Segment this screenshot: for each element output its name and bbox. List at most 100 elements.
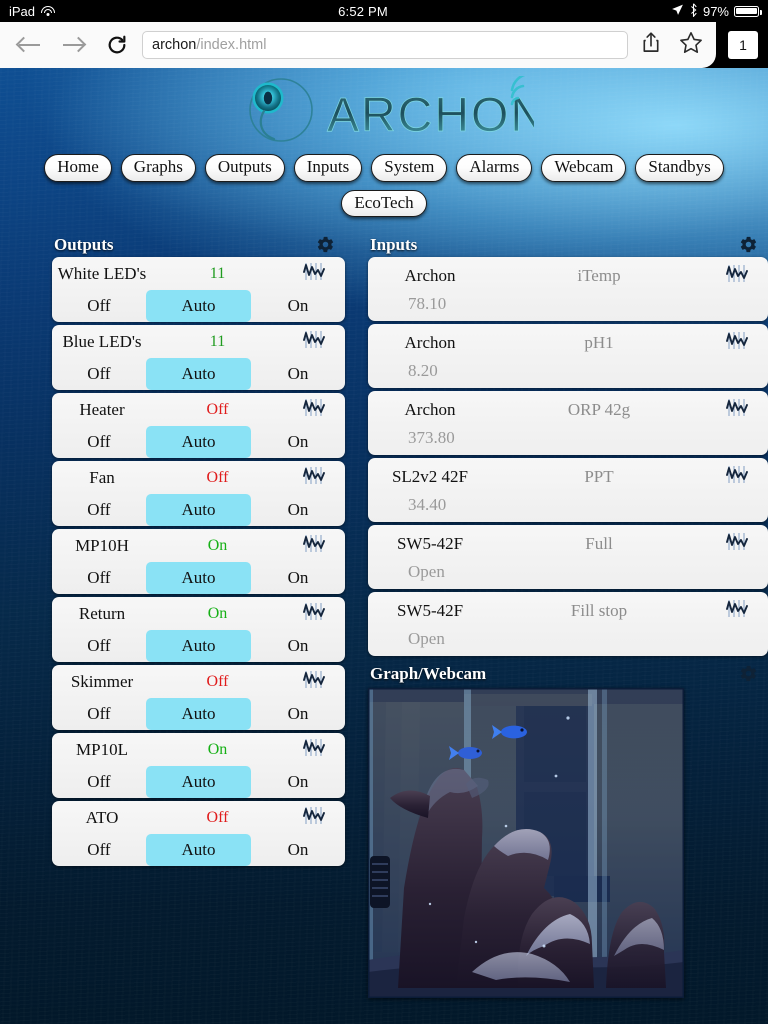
chart-icon[interactable] xyxy=(726,599,748,623)
output-name: Fan xyxy=(89,467,115,487)
output-graph-button[interactable] xyxy=(283,670,345,694)
star-icon xyxy=(679,31,703,59)
bookmark-button[interactable] xyxy=(674,26,708,64)
output-state: On xyxy=(207,536,228,554)
webcam-feed[interactable] xyxy=(368,688,684,999)
input-graph-button[interactable] xyxy=(706,465,768,489)
input-type: PPT xyxy=(584,467,614,487)
chart-icon[interactable] xyxy=(726,264,748,288)
output-mode-auto[interactable]: Auto xyxy=(145,834,252,867)
output-graph-button[interactable] xyxy=(283,806,345,830)
output-mode-switch: Off Auto On xyxy=(52,834,345,867)
svg-text:ARCHON: ARCHON xyxy=(327,89,534,142)
output-mode-on[interactable]: On xyxy=(251,426,345,458)
output-mode-auto[interactable]: Auto xyxy=(145,358,252,391)
chart-icon[interactable] xyxy=(303,602,325,626)
output-mode-auto[interactable]: Auto xyxy=(145,290,252,323)
location-arrow-icon xyxy=(671,3,684,19)
output-graph-button[interactable] xyxy=(283,534,345,558)
output-graph-button[interactable] xyxy=(283,262,345,286)
outputs-gear-icon[interactable] xyxy=(316,235,335,254)
output-mode-on[interactable]: On xyxy=(251,358,345,390)
output-mode-off[interactable]: Off xyxy=(52,698,146,730)
chart-icon[interactable] xyxy=(303,806,325,830)
output-graph-button[interactable] xyxy=(283,330,345,354)
output-mode-off[interactable]: Off xyxy=(52,834,146,866)
output-graph-button[interactable] xyxy=(283,738,345,762)
input-row-top: Archon iTemp xyxy=(368,261,768,291)
output-graph-button[interactable] xyxy=(283,466,345,490)
input-graph-button[interactable] xyxy=(706,264,768,288)
output-mode-on[interactable]: On xyxy=(251,562,345,594)
output-mode-on[interactable]: On xyxy=(251,834,345,866)
chart-icon[interactable] xyxy=(303,534,325,558)
output-mode-auto[interactable]: Auto xyxy=(145,562,252,595)
input-graph-button[interactable] xyxy=(706,599,768,623)
share-button[interactable] xyxy=(634,26,668,64)
webcam-gear-icon[interactable] xyxy=(739,664,758,683)
forward-button[interactable] xyxy=(54,26,92,64)
output-mode-off[interactable]: Off xyxy=(52,358,146,390)
output-graph-button[interactable] xyxy=(283,602,345,626)
input-graph-button[interactable] xyxy=(706,398,768,422)
output-graph-button[interactable] xyxy=(283,398,345,422)
tab-count-badge[interactable]: 1 xyxy=(728,31,758,59)
input-value: 373.80 xyxy=(408,428,455,448)
chart-icon[interactable] xyxy=(303,466,325,490)
output-mode-off[interactable]: Off xyxy=(52,630,146,662)
chart-icon[interactable] xyxy=(726,532,748,556)
output-mode-auto[interactable]: Auto xyxy=(145,698,252,731)
nav-item-system[interactable]: System xyxy=(371,154,448,182)
output-mode-on[interactable]: On xyxy=(251,494,345,526)
reload-button[interactable] xyxy=(98,26,136,64)
url-path: /index.html xyxy=(196,37,267,53)
output-mode-off[interactable]: Off xyxy=(52,494,146,526)
input-type: pH1 xyxy=(584,333,614,353)
output-state: Off xyxy=(206,468,229,486)
chart-icon[interactable] xyxy=(303,738,325,762)
output-mode-off[interactable]: Off xyxy=(52,426,146,458)
nav-item-alarms[interactable]: Alarms xyxy=(456,154,533,182)
output-mode-on[interactable]: On xyxy=(251,698,345,730)
output-name: Return xyxy=(78,603,126,623)
address-bar[interactable]: archon/index.html xyxy=(142,31,628,59)
inputs-gear-icon[interactable] xyxy=(739,235,758,254)
output-mode-auto[interactable]: Auto xyxy=(145,494,252,527)
nav-item-home[interactable]: Home xyxy=(44,154,112,182)
nav-item-inputs[interactable]: Inputs xyxy=(293,154,363,182)
output-mode-auto[interactable]: Auto xyxy=(145,426,252,459)
input-type: Fill stop xyxy=(570,601,628,621)
nav-item-graphs[interactable]: Graphs xyxy=(120,154,196,182)
output-row-top: MP10L On xyxy=(52,733,345,766)
output-name: MP10L xyxy=(76,739,128,759)
input-row: Archon pH1 8.20 xyxy=(368,324,768,389)
output-mode-off[interactable]: Off xyxy=(52,766,146,798)
input-value: 34.40 xyxy=(408,495,447,515)
output-mode-on[interactable]: On xyxy=(251,630,345,662)
reload-icon xyxy=(106,34,128,56)
chart-icon[interactable] xyxy=(303,262,325,286)
output-mode-auto[interactable]: Auto xyxy=(145,766,252,799)
output-mode-on[interactable]: On xyxy=(251,766,345,798)
output-mode-off[interactable]: Off xyxy=(52,562,146,594)
chart-icon[interactable] xyxy=(303,330,325,354)
input-device: Archon xyxy=(404,400,456,420)
nav-item-outputs[interactable]: Outputs xyxy=(204,154,285,182)
nav-item-webcam[interactable]: Webcam xyxy=(541,154,627,182)
chart-icon[interactable] xyxy=(726,398,748,422)
output-name: Skimmer xyxy=(70,671,134,691)
input-graph-button[interactable] xyxy=(706,331,768,355)
input-graph-button[interactable] xyxy=(706,532,768,556)
nav-item-ecotech[interactable]: EcoTech xyxy=(341,189,427,218)
output-mode-auto[interactable]: Auto xyxy=(145,630,252,663)
chart-icon[interactable] xyxy=(303,670,325,694)
output-mode-off[interactable]: Off xyxy=(52,290,146,322)
output-mode-on[interactable]: On xyxy=(251,290,345,322)
output-mode-switch: Off Auto On xyxy=(52,698,345,731)
nav-row-secondary: EcoTech xyxy=(0,189,768,218)
back-button[interactable] xyxy=(10,26,48,64)
chart-icon[interactable] xyxy=(303,398,325,422)
chart-icon[interactable] xyxy=(726,331,748,355)
chart-icon[interactable] xyxy=(726,465,748,489)
nav-item-standbys[interactable]: Standbys xyxy=(635,154,724,182)
